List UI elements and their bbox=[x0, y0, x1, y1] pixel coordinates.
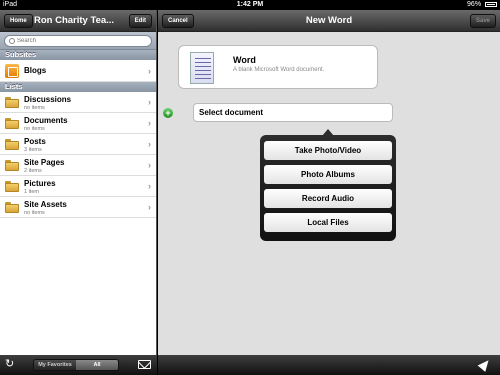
list-item-count: no items bbox=[24, 210, 45, 216]
list-item-count: no items bbox=[24, 105, 45, 111]
right-navigation-bar: Cancel New Word Save bbox=[158, 10, 500, 32]
local-files-button[interactable]: Local Files bbox=[264, 213, 392, 232]
take-photo-video-button[interactable]: Take Photo/Video bbox=[264, 141, 392, 160]
subsite-item-blogs[interactable]: Blogs › bbox=[0, 60, 156, 82]
search-input[interactable] bbox=[17, 36, 147, 46]
document-type-title: Word bbox=[233, 55, 256, 65]
folder-icon bbox=[5, 139, 19, 150]
lists-header: Lists bbox=[0, 82, 156, 92]
list-item-count: 3 items bbox=[24, 147, 42, 153]
left-navigation-bar: Home Ron Charity Tea... Edit bbox=[0, 10, 156, 32]
search-icon bbox=[9, 38, 15, 44]
record-audio-button[interactable]: Record Audio bbox=[264, 189, 392, 208]
chevron-right-icon: › bbox=[148, 181, 151, 191]
battery-percent: 96% bbox=[467, 1, 482, 8]
status-bar: iPad 1:42 PM 96% bbox=[0, 0, 500, 10]
list-item-label: Documents bbox=[24, 116, 68, 125]
word-document-icon bbox=[190, 52, 214, 84]
list-item-count: 2 items bbox=[24, 168, 42, 174]
site-browser-pane: Home Ron Charity Tea... Edit Subsites Bl… bbox=[0, 10, 157, 375]
list-item-discussions[interactable]: Discussions no items › bbox=[0, 92, 156, 113]
chevron-right-icon: › bbox=[148, 202, 151, 212]
site-title: Ron Charity Tea... bbox=[34, 15, 115, 26]
list-item-label: Site Pages bbox=[24, 158, 65, 167]
tab-my-favorites[interactable]: My Favorites bbox=[34, 360, 76, 370]
search-bar bbox=[0, 32, 156, 50]
tab-all[interactable]: All bbox=[76, 360, 118, 370]
list-item-pictures[interactable]: Pictures 1 item › bbox=[0, 176, 156, 197]
chevron-right-icon: › bbox=[148, 66, 151, 76]
right-toolbar bbox=[158, 355, 500, 375]
mail-icon[interactable] bbox=[138, 360, 151, 369]
page-title: New Word bbox=[305, 15, 353, 26]
document-type-description: A blank Microsoft Word document. bbox=[233, 67, 325, 73]
list-item-posts[interactable]: Posts 3 items › bbox=[0, 134, 156, 155]
search-box[interactable] bbox=[4, 35, 152, 47]
location-arrow-icon[interactable] bbox=[477, 357, 493, 372]
edit-button[interactable]: Edit bbox=[128, 14, 152, 28]
battery-icon bbox=[485, 1, 497, 7]
left-toolbar: ↻ My Favorites All bbox=[0, 355, 157, 375]
subsite-label: Blogs bbox=[24, 66, 47, 75]
battery-status: 96% bbox=[467, 0, 497, 10]
chevron-right-icon: › bbox=[148, 139, 151, 149]
list-item-label: Discussions bbox=[24, 95, 72, 104]
list-item-site-pages[interactable]: Site Pages 2 items › bbox=[0, 155, 156, 176]
select-source-popover: Take Photo/Video Photo Albums Record Aud… bbox=[260, 135, 396, 241]
new-document-pane: Cancel New Word Save Word A blank Micros… bbox=[158, 10, 500, 375]
folder-icon bbox=[5, 202, 19, 213]
photo-albums-button[interactable]: Photo Albums bbox=[264, 165, 392, 184]
add-icon[interactable]: + bbox=[163, 108, 173, 118]
chevron-right-icon: › bbox=[148, 97, 151, 107]
refresh-icon[interactable]: ↻ bbox=[5, 359, 16, 370]
list-item-site-assets[interactable]: Site Assets no items › bbox=[0, 197, 156, 218]
folder-icon bbox=[5, 118, 19, 129]
select-document-field[interactable]: Select document bbox=[193, 103, 393, 122]
chevron-right-icon: › bbox=[148, 160, 151, 170]
folder-icon bbox=[5, 97, 19, 108]
save-button[interactable]: Save bbox=[469, 14, 496, 28]
folder-icon bbox=[5, 160, 19, 171]
list-item-label: Pictures bbox=[24, 179, 56, 188]
list-item-count: no items bbox=[24, 126, 45, 132]
document-type-card: Word A blank Microsoft Word document. bbox=[178, 45, 378, 89]
blog-icon bbox=[5, 64, 19, 78]
chevron-right-icon: › bbox=[148, 118, 151, 128]
home-button[interactable]: Home bbox=[4, 14, 33, 28]
list-item-documents[interactable]: Documents no items › bbox=[0, 113, 156, 134]
list-item-count: 1 item bbox=[24, 189, 39, 195]
subsites-header: Subsites bbox=[0, 50, 156, 60]
list-item-label: Posts bbox=[24, 137, 46, 146]
clock: 1:42 PM bbox=[236, 1, 264, 8]
list-item-label: Site Assets bbox=[24, 200, 67, 209]
filter-segmented-control: My Favorites All bbox=[33, 359, 119, 371]
folder-icon bbox=[5, 181, 19, 192]
